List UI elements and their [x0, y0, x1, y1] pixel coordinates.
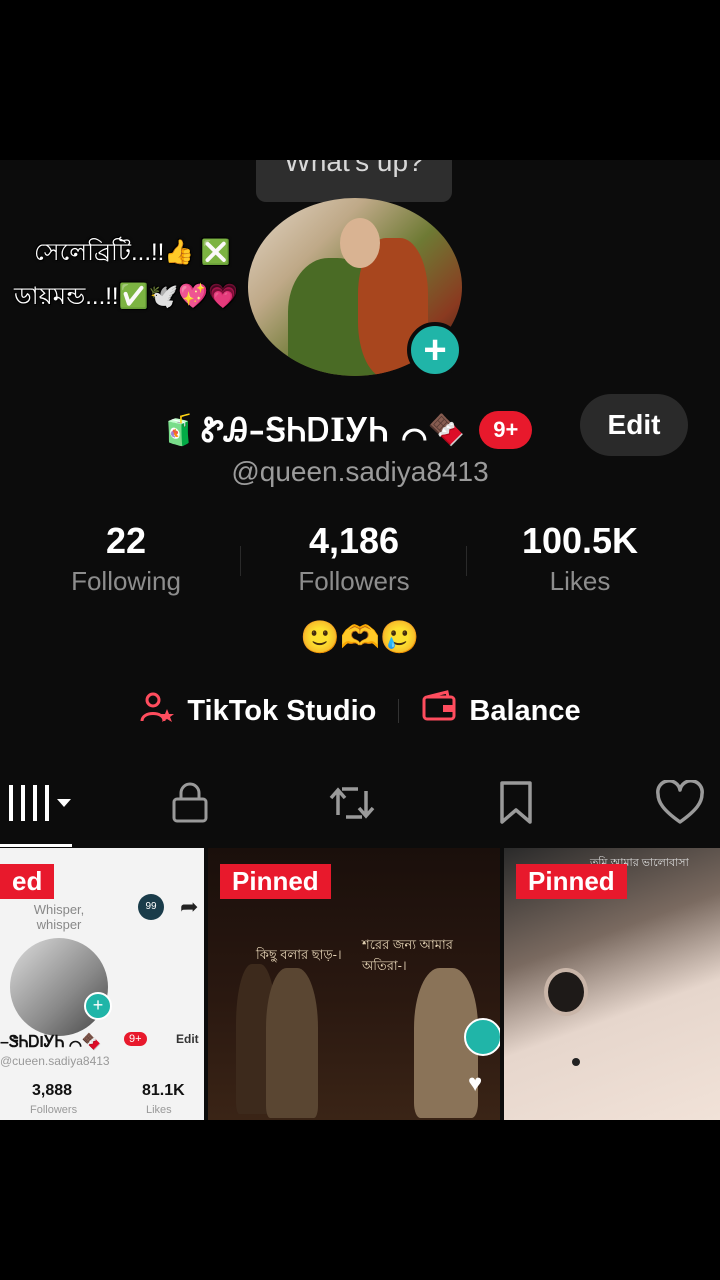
- heart-icon: [655, 778, 705, 831]
- add-story-button[interactable]: +: [407, 322, 463, 378]
- status-bubble-text: What's up?: [284, 160, 424, 177]
- stat-likes[interactable]: 100.5K Likes: [470, 520, 690, 597]
- wallet-icon: [421, 689, 457, 733]
- share-icon: ➦: [180, 894, 199, 919]
- lock-icon: [170, 781, 210, 830]
- followers-count: 4,186: [308, 520, 400, 561]
- following-count: 22: [105, 520, 147, 561]
- chocolate-icon: 🍫: [427, 413, 466, 447]
- grid-icon: [5, 781, 75, 830]
- status-bubble[interactable]: What's up?: [256, 160, 452, 202]
- profile-tab-bar: [0, 772, 720, 842]
- video-thumbnail-2[interactable]: Pinned কিছু বলার ছাড়-। শরের জন্য আমার অ…: [208, 848, 500, 1120]
- stat-following[interactable]: 22 Following: [16, 520, 236, 597]
- mini-badge: 9+: [124, 1032, 147, 1046]
- creator-tools-row: TikTok Studio Balance: [0, 688, 720, 734]
- likes-label: Likes: [549, 566, 611, 596]
- mini-followers-count: 3,888: [32, 1082, 73, 1099]
- mini-profile-name: –ᏕᏂᎠIᎩᏂ ⌒🍫: [0, 1034, 102, 1051]
- mini-plus-icon: +: [84, 992, 112, 1020]
- mini-avatar-badge: 99: [138, 894, 164, 920]
- mini-avatar: [10, 938, 108, 1036]
- repost-icon: [328, 781, 376, 830]
- profile-name-row: 🧃 ᏑᎯ–ᎦᏂᎠIᎩᏂ ⌒ 🍫 9+: [160, 404, 533, 456]
- following-label: Following: [71, 566, 181, 596]
- music-avatar-icon: [464, 1018, 500, 1056]
- profile-screen: What's up? + সেলেব্রিটি...!!👍 ❎ ডায়মন্ড…: [0, 160, 720, 1120]
- bookmark-icon: [496, 780, 536, 831]
- video-thumbnail-3[interactable]: তুমি আমার ভালোবাসা Pinned: [504, 848, 720, 1120]
- overlay-text-line1: সেলেব্রিটি...!!👍 ❎: [34, 239, 231, 266]
- tab-saved[interactable]: [486, 780, 546, 830]
- balance-label: Balance: [469, 694, 581, 727]
- username-handle: @queen.sadiya8413: [231, 456, 489, 487]
- studio-person-icon: [139, 689, 175, 733]
- tab-reposts[interactable]: [322, 780, 382, 830]
- stat-followers[interactable]: 4,186 Followers: [244, 520, 464, 597]
- video-caption-left: কিছু বলার ছাড়-।: [256, 947, 342, 962]
- like-icon: ♥: [468, 1070, 483, 1097]
- juice-icon: 🧃: [160, 413, 198, 447]
- video-grid: ed Whisper, whisper 99 ➦ + –ᏕᏂᎠIᎩᏂ ⌒🍫 9+…: [0, 848, 720, 1120]
- tiktok-studio-button[interactable]: TikTok Studio: [139, 689, 376, 733]
- overlay-text-line2: ডায়মন্ড...!!✅🕊️💖💗: [14, 283, 239, 310]
- pinned-badge: ed: [0, 864, 55, 899]
- mini-handle: @cueen.sadiya8413: [0, 1054, 110, 1068]
- video-thumbnail-1[interactable]: ed Whisper, whisper 99 ➦ + –ᏕᏂᎠIᎩᏂ ⌒🍫 9+…: [0, 848, 204, 1120]
- notification-badge[interactable]: 9+: [479, 411, 533, 449]
- pinned-badge: Pinned: [220, 864, 331, 899]
- mini-followers-label: Followers: [30, 1104, 78, 1116]
- tab-videos[interactable]: [0, 780, 80, 830]
- tab-liked[interactable]: [648, 778, 712, 831]
- profile-name: ᏑᎯ–ᎦᏂᎠIᎩᏂ ⌒: [201, 410, 428, 449]
- mini-bubble: Whisper, whisper: [33, 902, 85, 932]
- followers-label: Followers: [298, 566, 410, 596]
- mini-edit: Edit: [176, 1032, 199, 1046]
- active-tab-indicator: [0, 844, 72, 847]
- balance-button[interactable]: Balance: [421, 689, 581, 733]
- mini-likes-count: 81.1K: [142, 1082, 185, 1099]
- mini-likes-label: Likes: [146, 1104, 172, 1116]
- bio-text: 🙂🫶🥲: [300, 619, 420, 655]
- likes-count: 100.5K: [521, 520, 639, 561]
- tiktok-studio-label: TikTok Studio: [187, 694, 377, 727]
- edit-profile-button[interactable]: Edit: [580, 394, 688, 456]
- tab-private[interactable]: [160, 780, 220, 830]
- pinned-badge: Pinned: [516, 864, 627, 899]
